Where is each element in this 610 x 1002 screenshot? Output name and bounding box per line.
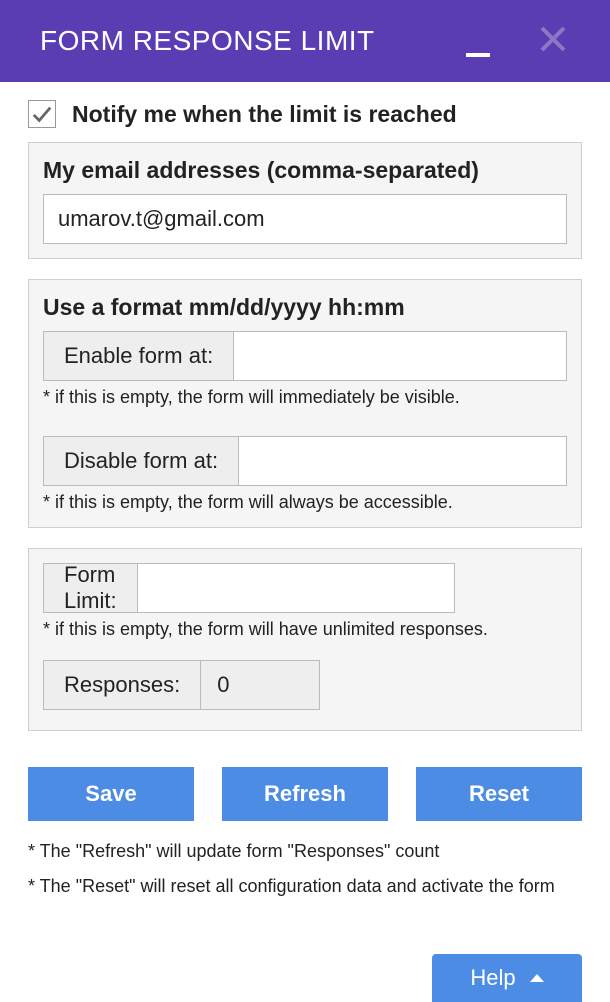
save-button[interactable]: Save (28, 767, 194, 821)
notify-label: Notify me when the limit is reached (72, 101, 457, 128)
disable-label: Disable form at: (43, 436, 238, 486)
format-label: Use a format mm/dd/yyyy hh:mm (43, 294, 567, 321)
schedule-section: Use a format mm/dd/yyyy hh:mm Enable for… (28, 279, 582, 528)
dialog-header: FORM RESPONSE LIMIT (0, 0, 610, 82)
chevron-up-icon (530, 974, 544, 982)
refresh-footnote: * The "Refresh" will update form "Respon… (28, 841, 582, 862)
email-section: My email addresses (comma-separated) (28, 142, 582, 259)
help-button[interactable]: Help (432, 954, 582, 1002)
disable-hint: * if this is empty, the form will always… (43, 492, 567, 513)
responses-value: 0 (200, 660, 320, 710)
notify-checkbox[interactable] (28, 100, 56, 128)
email-label: My email addresses (comma-separated) (43, 157, 567, 184)
disable-input[interactable] (238, 436, 567, 486)
close-button[interactable] (538, 24, 568, 54)
checkmark-icon (31, 103, 53, 125)
help-label: Help (470, 965, 515, 991)
form-limit-hint: * if this is empty, the form will have u… (43, 619, 567, 640)
dialog-title: FORM RESPONSE LIMIT (40, 25, 375, 57)
close-icon (538, 24, 568, 54)
refresh-button[interactable]: Refresh (222, 767, 388, 821)
form-limit-input[interactable] (137, 563, 455, 613)
enable-input[interactable] (233, 331, 567, 381)
enable-label: Enable form at: (43, 331, 233, 381)
enable-hint: * if this is empty, the form will immedi… (43, 387, 567, 408)
form-limit-label: Form Limit: (43, 563, 137, 613)
reset-button[interactable]: Reset (416, 767, 582, 821)
email-input[interactable] (43, 194, 567, 244)
reset-footnote: * The "Reset" will reset all configurati… (28, 876, 582, 897)
minimize-button[interactable] (466, 53, 490, 57)
responses-label: Responses: (43, 660, 200, 710)
limit-section: Form Limit: * if this is empty, the form… (28, 548, 582, 731)
